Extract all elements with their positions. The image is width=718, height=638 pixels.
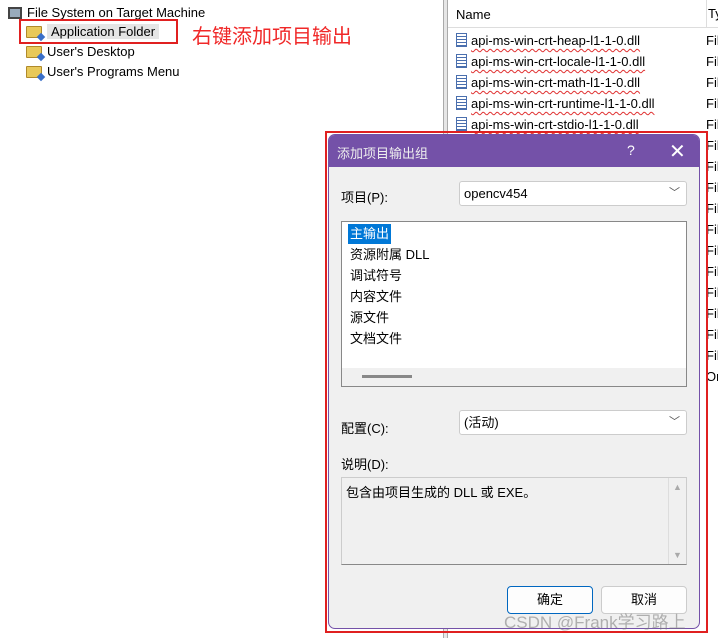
column-header-type[interactable]: Ty: [706, 0, 718, 28]
file-type: Fil: [706, 33, 718, 48]
file-row[interactable]: api-ms-win-crt-math-l1-1-0.dll: [456, 72, 640, 93]
chevron-down-icon: ﹀: [669, 187, 680, 199]
file-name: api-ms-win-crt-math-l1-1-0.dll: [471, 75, 641, 90]
scroll-up-icon[interactable]: ▲: [669, 482, 686, 492]
file-name: api-ms-win-crt-locale-l1-1-0.dll: [471, 54, 646, 69]
watermark: CSDN @Frank学习路上: [504, 613, 686, 632]
horizontal-scrollbar[interactable]: [342, 368, 686, 386]
list-header: Name Ty: [448, 0, 718, 28]
list-item[interactable]: 调试符号: [348, 266, 404, 286]
file-icon: [456, 96, 467, 110]
folder-icon: [26, 66, 42, 78]
description-label: 说明(D):: [341, 457, 389, 472]
list-item[interactable]: 内容文件: [348, 287, 404, 307]
tree-item-label: User's Programs Menu: [47, 64, 180, 79]
list-item[interactable]: 文档文件: [348, 329, 404, 349]
dialog-titlebar: 添加项目输出组 ? ✕: [329, 135, 699, 167]
column-header-name[interactable]: Name: [456, 7, 491, 22]
file-icon: [456, 54, 467, 68]
folder-icon: [26, 46, 42, 58]
file-icon: [456, 117, 467, 131]
scroll-down-icon[interactable]: ▼: [669, 550, 686, 560]
help-button[interactable]: ?: [627, 142, 635, 158]
list-item[interactable]: 源文件: [348, 308, 391, 328]
file-row[interactable]: api-ms-win-crt-runtime-l1-1-0.dll: [456, 93, 654, 114]
tree-item-users-programs-menu[interactable]: User's Programs Menu: [26, 62, 180, 82]
annotation-text: 右键添加项目输出: [192, 26, 352, 48]
file-row[interactable]: api-ms-win-crt-locale-l1-1-0.dll: [456, 51, 645, 72]
close-button[interactable]: ✕: [669, 139, 686, 164]
description-box: 包含由项目生成的 DLL 或 EXE。 ▲ ▼: [341, 477, 687, 565]
chevron-down-icon: ﹀: [669, 416, 680, 428]
file-icon: [456, 33, 467, 47]
file-type: Fil: [706, 75, 718, 90]
config-value: (活动): [464, 415, 499, 430]
tree-item-users-desktop[interactable]: User's Desktop: [26, 42, 135, 62]
description-text: 包含由项目生成的 DLL 或 EXE。: [346, 485, 537, 500]
output-group-list[interactable]: 主输出 资源附属 DLL 调试符号 内容文件 源文件 文档文件: [341, 221, 687, 387]
file-type: Fil: [706, 96, 718, 111]
dialog-title: 添加项目输出组: [337, 146, 429, 161]
project-value: opencv454: [464, 186, 528, 201]
config-label: 配置(C):: [341, 421, 389, 436]
file-row[interactable]: api-ms-win-crt-heap-l1-1-0.dll: [456, 30, 640, 51]
project-select[interactable]: opencv454 ﹀: [459, 181, 687, 206]
tree-item-label: User's Desktop: [47, 44, 135, 59]
config-select[interactable]: (活动) ﹀: [459, 410, 687, 435]
file-type: Fil: [706, 54, 718, 69]
computer-icon: [8, 7, 22, 19]
file-icon: [456, 75, 467, 89]
file-name: api-ms-win-crt-stdio-l1-1-0.dll: [471, 117, 639, 132]
list-item[interactable]: 资源附属 DLL: [348, 245, 431, 265]
annotation-box: [19, 19, 178, 44]
add-project-output-dialog: 添加项目输出组 ? ✕ 项目(P): opencv454 ﹀ 主输出 资源附属 D…: [328, 134, 700, 629]
scrollbar-thumb[interactable]: [362, 375, 412, 378]
file-name: api-ms-win-crt-heap-l1-1-0.dll: [471, 33, 641, 48]
tree-root-label: File System on Target Machine: [27, 5, 206, 20]
vertical-scrollbar[interactable]: ▲ ▼: [668, 478, 686, 564]
file-name: api-ms-win-crt-runtime-l1-1-0.dll: [471, 96, 655, 111]
list-item[interactable]: 主输出: [348, 224, 392, 244]
project-label: 项目(P):: [341, 190, 388, 205]
